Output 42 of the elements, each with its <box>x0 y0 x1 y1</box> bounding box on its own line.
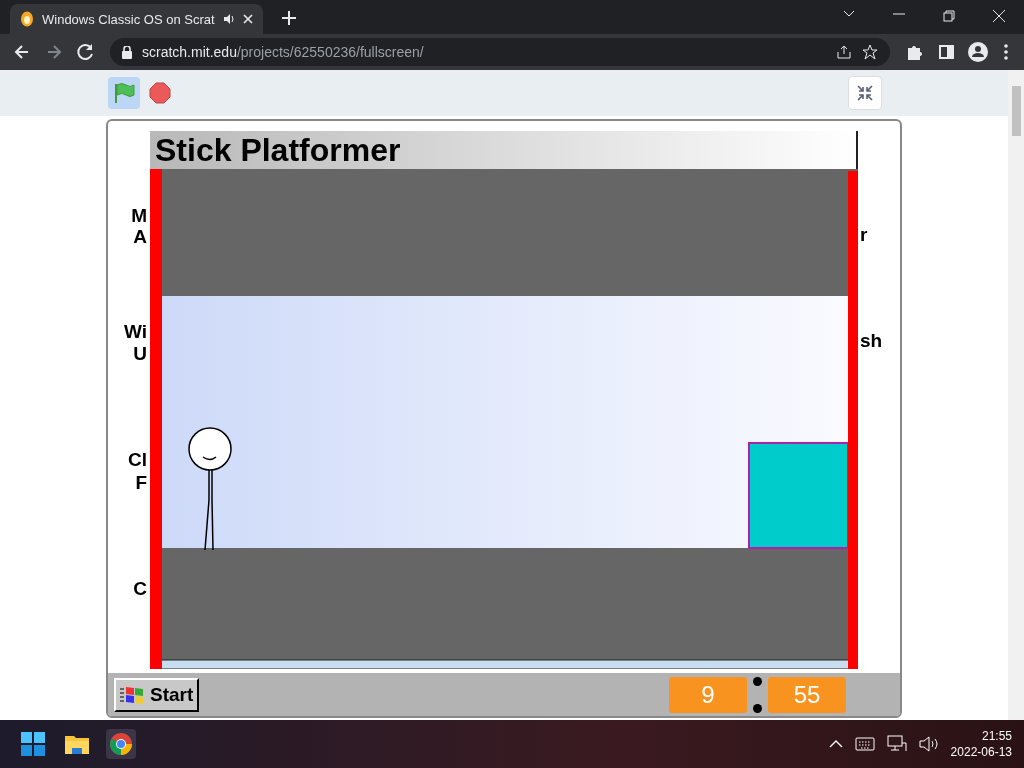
tab-title: Windows Classic OS on Scrat <box>42 11 215 27</box>
desktop-icon-label: sh <box>860 330 883 352</box>
network-icon[interactable] <box>886 735 907 753</box>
colon-icon <box>753 676 762 713</box>
start-button[interactable]: Start <box>114 677 200 712</box>
exit-fullscreen-button[interactable] <box>848 76 882 110</box>
restore-icon[interactable] <box>943 10 955 22</box>
desktop-icon-label: Cl <box>128 449 147 471</box>
folder-icon <box>64 733 90 755</box>
system-clock[interactable]: 21:55 2022-06-13 <box>950 728 1012 760</box>
scrollbar[interactable] <box>1008 70 1024 720</box>
start-button[interactable] <box>18 729 48 759</box>
close-icon[interactable] <box>242 14 253 24</box>
hours-display: 9 <box>669 676 747 713</box>
close-icon[interactable] <box>993 10 1005 22</box>
browser-tab[interactable]: Windows Classic OS on Scrat <box>10 4 263 34</box>
stop-icon <box>149 82 171 104</box>
star-icon[interactable] <box>862 44 878 60</box>
windows-logo-icon <box>21 732 45 756</box>
keyboard-icon[interactable] <box>854 737 875 751</box>
address-bar[interactable]: scratch.mit.edu/projects/62550236/fullscreen/ <box>110 38 890 66</box>
lock-icon <box>122 45 132 59</box>
speaker-icon[interactable] <box>222 13 235 25</box>
chevron-down-icon[interactable] <box>843 10 855 18</box>
desktop-icon-label: C <box>133 578 147 600</box>
browser-logo-icon <box>109 732 133 756</box>
minutes-display: 55 <box>768 676 846 713</box>
flag-icon <box>113 82 135 104</box>
minimize-icon[interactable] <box>893 10 905 18</box>
share-icon[interactable] <box>836 44 852 60</box>
chrome-button[interactable] <box>106 729 136 759</box>
game-title: Stick Platformer <box>150 131 858 169</box>
chevron-up-icon[interactable] <box>828 739 843 749</box>
desktop-icon-label: A <box>133 226 147 248</box>
desktop-icon-label: F <box>135 472 147 494</box>
desktop-icon-label: r <box>860 224 868 246</box>
desktop-icon-label: M <box>131 205 147 227</box>
volume-icon[interactable] <box>918 736 939 752</box>
url-text: scratch.mit.edu/projects/62550236/fullscreen/ <box>142 44 425 60</box>
desktop-icon-label: Wi <box>123 321 147 343</box>
shrink-icon <box>856 84 874 102</box>
desktop-icon-label: U <box>133 343 147 365</box>
